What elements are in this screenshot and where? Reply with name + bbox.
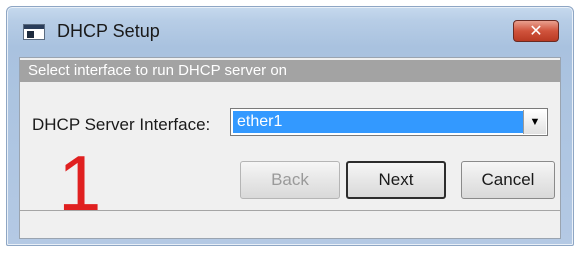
- close-button[interactable]: ✕: [513, 20, 559, 42]
- title-bar[interactable]: DHCP Setup ✕: [7, 7, 573, 55]
- app-icon-block: [27, 31, 34, 38]
- window-title: DHCP Setup: [57, 21, 160, 41]
- interface-select-value: ether1: [233, 111, 523, 133]
- interface-label: DHCP Server Interface:: [32, 115, 211, 134]
- dhcp-setup-window: DHCP Setup ✕ Select interface to run DHC…: [6, 6, 574, 246]
- dialog-content: Select interface to run DHCP server on D…: [19, 57, 561, 239]
- hint-bar: Select interface to run DHCP server on: [20, 60, 560, 82]
- interface-select[interactable]: ether1 ▼: [230, 108, 548, 136]
- cancel-button[interactable]: Cancel: [461, 161, 555, 199]
- next-button[interactable]: Next: [346, 161, 446, 199]
- app-icon-bar: [24, 25, 44, 29]
- back-button[interactable]: Back: [240, 161, 340, 199]
- status-bar: [20, 210, 560, 238]
- close-icon: ✕: [529, 23, 543, 40]
- app-window-icon: [23, 24, 45, 40]
- dropdown-arrow-icon[interactable]: ▼: [523, 110, 546, 134]
